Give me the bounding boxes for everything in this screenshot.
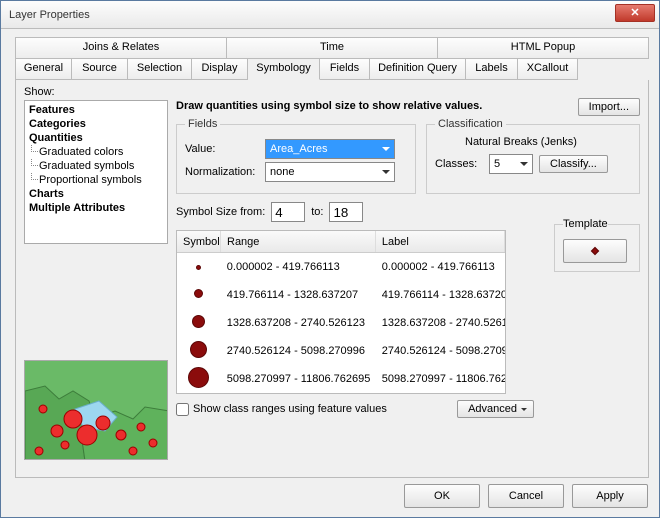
renderer-description: Draw quantities using symbol size to sho… bbox=[176, 100, 640, 112]
tab-display[interactable]: Display bbox=[192, 58, 248, 80]
class-symbol-icon bbox=[194, 289, 203, 298]
window-title: Layer Properties bbox=[9, 9, 90, 21]
template-button[interactable] bbox=[563, 239, 627, 263]
fields-legend: Fields bbox=[185, 118, 220, 130]
classification-groupbox: Classification Natural Breaks (Jenks) Cl… bbox=[426, 118, 640, 194]
dialog-buttons: OK Cancel Apply bbox=[404, 484, 648, 508]
advanced-button[interactable]: Advanced bbox=[457, 400, 534, 418]
symbol-cell bbox=[177, 289, 221, 301]
class-breaks-grid[interactable]: Symbol Range Label 0.000002 - 419.766113… bbox=[176, 230, 506, 394]
column-range[interactable]: Range bbox=[221, 231, 376, 252]
tab-row-1: Joins & Relates Time HTML Popup bbox=[15, 37, 649, 59]
symbol-cell bbox=[177, 341, 221, 361]
template-label: Template bbox=[563, 218, 608, 230]
grid-row[interactable]: 2740.526124 - 5098.2709962740.526124 - 5… bbox=[177, 337, 505, 365]
cancel-button[interactable]: Cancel bbox=[488, 484, 564, 508]
tab-symbology[interactable]: Symbology bbox=[248, 58, 320, 80]
column-symbol[interactable]: Symbol bbox=[177, 231, 221, 252]
range-cell[interactable]: 2740.526124 - 5098.270996 bbox=[221, 345, 376, 357]
tree-quantities[interactable]: Quantities bbox=[29, 131, 163, 145]
tree-graduated-symbols[interactable]: Graduated symbols bbox=[29, 159, 163, 173]
symbol-size-to-input[interactable] bbox=[329, 202, 363, 222]
tab-general[interactable]: General bbox=[16, 58, 72, 80]
ok-button[interactable]: OK bbox=[404, 484, 480, 508]
classification-legend: Classification bbox=[435, 118, 506, 130]
grid-header: Symbol Range Label bbox=[177, 231, 505, 253]
classify-button[interactable]: Classify... bbox=[539, 155, 608, 173]
value-combo[interactable]: Area_Acres bbox=[265, 139, 395, 159]
symbol-preview bbox=[24, 360, 168, 460]
class-symbol-icon bbox=[188, 367, 209, 388]
tab-symbology-panel: Show: Features Categories Quantities Gra… bbox=[15, 80, 649, 478]
dialog-window: Layer Properties ✕ Joins & Relates Time … bbox=[0, 0, 660, 518]
grid-body: 0.000002 - 419.7661130.000002 - 419.7661… bbox=[177, 253, 505, 393]
label-cell[interactable]: 419.766114 - 1328.637207 bbox=[376, 289, 505, 301]
renderer-tree[interactable]: Features Categories Quantities Graduated… bbox=[24, 100, 168, 244]
symbol-size-from-input[interactable] bbox=[271, 202, 305, 222]
tab-xcallout[interactable]: XCallout bbox=[518, 58, 578, 80]
range-cell[interactable]: 0.000002 - 419.766113 bbox=[221, 261, 376, 273]
tab-labels[interactable]: Labels bbox=[466, 58, 518, 80]
tab-html-popup[interactable]: HTML Popup bbox=[438, 37, 649, 59]
symbol-cell bbox=[177, 315, 221, 331]
tab-selection[interactable]: Selection bbox=[128, 58, 192, 80]
import-button[interactable]: Import... bbox=[578, 98, 640, 116]
preview-map-icon bbox=[25, 361, 168, 460]
tab-source[interactable]: Source bbox=[72, 58, 128, 80]
close-button[interactable]: ✕ bbox=[615, 4, 655, 22]
template-groupbox: Template bbox=[554, 218, 640, 272]
grid-row[interactable]: 5098.270997 - 11806.7626955098.270997 - … bbox=[177, 365, 505, 393]
range-cell[interactable]: 419.766114 - 1328.637207 bbox=[221, 289, 376, 301]
grid-row[interactable]: 1328.637208 - 2740.5261231328.637208 - 2… bbox=[177, 309, 505, 337]
show-ranges-label: Show class ranges using feature values bbox=[193, 403, 387, 415]
tree-features[interactable]: Features bbox=[29, 103, 163, 117]
titlebar: Layer Properties ✕ bbox=[1, 1, 659, 29]
tab-time[interactable]: Time bbox=[227, 37, 438, 59]
label-cell[interactable]: 5098.270997 - 11806.762695 bbox=[376, 373, 505, 385]
template-symbol-icon bbox=[591, 247, 599, 255]
grid-row[interactable]: 0.000002 - 419.7661130.000002 - 419.7661… bbox=[177, 253, 505, 281]
label-cell[interactable]: 0.000002 - 419.766113 bbox=[376, 261, 505, 273]
label-cell[interactable]: 2740.526124 - 5098.270996 bbox=[376, 345, 505, 357]
classes-combo[interactable]: 5 bbox=[489, 154, 533, 174]
tree-proportional-symbols[interactable]: Proportional symbols bbox=[29, 173, 163, 187]
right-column: Draw quantities using symbol size to sho… bbox=[176, 100, 640, 460]
tree-charts[interactable]: Charts bbox=[29, 187, 163, 201]
normalization-combo[interactable]: none bbox=[265, 162, 395, 182]
value-label: Value: bbox=[185, 143, 259, 155]
tab-row-2: General Source Selection Display Symbolo… bbox=[15, 58, 649, 80]
grid-row[interactable]: 419.766114 - 1328.637207419.766114 - 132… bbox=[177, 281, 505, 309]
fields-groupbox: Fields Value: Area_Acres Normalization: … bbox=[176, 118, 416, 194]
tree-graduated-colors[interactable]: Graduated colors bbox=[29, 145, 163, 159]
range-cell[interactable]: 5098.270997 - 11806.762695 bbox=[221, 373, 376, 385]
normalization-label: Normalization: bbox=[185, 166, 259, 178]
symbol-size-to-label: to: bbox=[311, 206, 323, 218]
apply-button[interactable]: Apply bbox=[572, 484, 648, 508]
tab-fields[interactable]: Fields bbox=[320, 58, 370, 80]
symbol-size-from-label: Symbol Size from: bbox=[176, 206, 265, 218]
tree-multiple-attributes[interactable]: Multiple Attributes bbox=[29, 201, 163, 215]
close-icon: ✕ bbox=[630, 7, 639, 19]
symbol-cell bbox=[177, 367, 221, 391]
content-area: Joins & Relates Time HTML Popup General … bbox=[1, 29, 659, 478]
symbol-cell bbox=[177, 261, 221, 273]
chevron-down-icon bbox=[521, 408, 527, 414]
class-symbol-icon bbox=[190, 341, 207, 358]
tab-definition-query[interactable]: Definition Query bbox=[370, 58, 466, 80]
show-label: Show: bbox=[24, 86, 640, 98]
tree-categories[interactable]: Categories bbox=[29, 117, 163, 131]
class-symbol-icon bbox=[196, 265, 201, 270]
label-cell[interactable]: 1328.637208 - 2740.526123 bbox=[376, 317, 505, 329]
classes-label: Classes: bbox=[435, 158, 483, 170]
column-label[interactable]: Label bbox=[376, 231, 505, 252]
classification-method: Natural Breaks (Jenks) bbox=[435, 136, 631, 148]
left-column: Features Categories Quantities Graduated… bbox=[24, 100, 168, 460]
show-ranges-checkbox[interactable] bbox=[176, 403, 189, 416]
class-symbol-icon bbox=[192, 315, 205, 328]
range-cell[interactable]: 1328.637208 - 2740.526123 bbox=[221, 317, 376, 329]
tab-joins-relates[interactable]: Joins & Relates bbox=[16, 37, 227, 59]
